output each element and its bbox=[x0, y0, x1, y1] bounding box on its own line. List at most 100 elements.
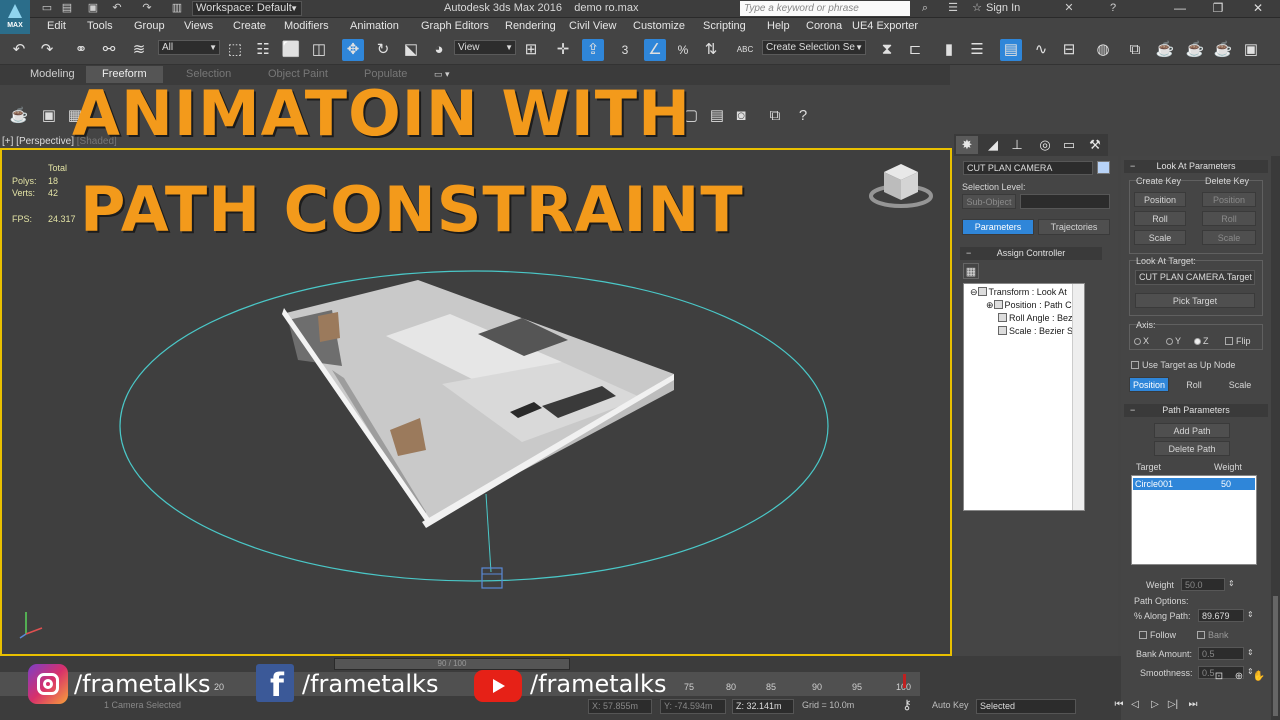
camera-icon[interactable]: ◙ bbox=[730, 105, 752, 127]
create-scale-key-button[interactable]: Scale bbox=[1134, 230, 1186, 245]
display-tab-icon[interactable]: ▭ bbox=[1058, 136, 1080, 154]
render-online-icon[interactable]: ▣ bbox=[1240, 39, 1262, 61]
menu-graph-editors[interactable]: Graph Editors bbox=[421, 20, 489, 33]
menu-ue4-exporter[interactable]: UE4 Exporter bbox=[852, 20, 918, 33]
layer-explorer-icon[interactable]: ☰ bbox=[966, 39, 988, 61]
curve-editor-icon[interactable]: ∿ bbox=[1030, 39, 1052, 61]
bank-amount-spinner[interactable]: 0.5 bbox=[1198, 647, 1244, 660]
next-frame-icon[interactable]: ▷| bbox=[1166, 698, 1180, 712]
render-icon[interactable]: ☕ bbox=[1184, 39, 1206, 61]
axis-x-radio[interactable]: X bbox=[1134, 336, 1149, 347]
help-icon[interactable]: ? bbox=[1106, 2, 1120, 15]
hierarchy-tab-icon[interactable]: ⊥ bbox=[1006, 136, 1028, 154]
sub-object-button[interactable]: Sub-Object bbox=[962, 194, 1016, 209]
select-object-icon[interactable]: ⬚ bbox=[224, 39, 246, 61]
object-name-field[interactable]: CUT PLAN CAMERA bbox=[963, 161, 1093, 175]
select-and-rotate-icon[interactable]: ↻ bbox=[372, 39, 394, 61]
utilities-tab-icon[interactable]: ⚒ bbox=[1084, 136, 1106, 154]
select-and-move-icon[interactable]: ✥ bbox=[342, 39, 364, 61]
menu-civil-view[interactable]: Civil View bbox=[569, 20, 616, 33]
select-and-place-icon[interactable]: ◕ bbox=[428, 39, 450, 61]
subscription-icon[interactable]: ☰ bbox=[946, 2, 960, 15]
menu-corona[interactable]: Corona bbox=[806, 20, 842, 33]
select-by-name-icon[interactable]: ☷ bbox=[252, 39, 274, 61]
axis-y-radio[interactable]: Y bbox=[1166, 336, 1181, 347]
assign-controller-rollout[interactable]: − Assign Controller bbox=[960, 247, 1102, 260]
tab-trajectories[interactable]: Trajectories bbox=[1038, 219, 1110, 235]
create-roll-key-button[interactable]: Roll bbox=[1134, 211, 1186, 226]
tab-parameters[interactable]: Parameters bbox=[962, 219, 1034, 235]
position-mode-button[interactable]: Position bbox=[1129, 377, 1169, 392]
z-coordinate-field[interactable]: Z: 32.141m bbox=[732, 699, 794, 714]
key-icon[interactable]: ⚷ bbox=[900, 698, 914, 712]
viewport-view-label[interactable]: [+] [Perspective] bbox=[2, 136, 74, 147]
named-selection-set-dropdown[interactable]: Create Selection Se ▼ bbox=[762, 40, 866, 55]
youtube-link[interactable]: /frametalks bbox=[474, 662, 674, 706]
menu-scripting[interactable]: Scripting bbox=[703, 20, 746, 33]
search-input[interactable]: Type a keyword or phrase bbox=[740, 1, 910, 16]
look-at-target-field[interactable]: CUT PLAN CAMERA.Target bbox=[1135, 270, 1255, 285]
menu-tools[interactable]: Tools bbox=[87, 20, 113, 33]
menu-animation[interactable]: Animation bbox=[350, 20, 399, 33]
close-icon[interactable]: ✕ bbox=[1238, 0, 1278, 18]
roll-mode-button[interactable]: Roll bbox=[1172, 377, 1216, 392]
sub-object-dropdown[interactable] bbox=[1020, 194, 1110, 209]
key-filter-dropdown[interactable]: Selected bbox=[976, 699, 1076, 714]
tree-item-position[interactable]: ⊕ Position : Path Co bbox=[986, 299, 1077, 311]
spinner-snap-icon[interactable]: ⇅ bbox=[700, 39, 722, 61]
restore-icon[interactable]: ❐ bbox=[1198, 0, 1238, 18]
play-icon[interactable]: ▷ bbox=[1148, 698, 1162, 712]
search-icon[interactable]: ⌕ bbox=[918, 2, 932, 15]
pan-icon[interactable]: ✋ bbox=[1252, 670, 1266, 684]
tab-modeling[interactable]: Modeling bbox=[30, 68, 75, 81]
apartment-model[interactable] bbox=[282, 280, 674, 528]
bind-space-warp-icon[interactable]: ≋ bbox=[128, 39, 150, 61]
delete-scale-key-button[interactable]: Scale bbox=[1202, 230, 1256, 245]
follow-checkbox[interactable]: Follow bbox=[1139, 630, 1176, 641]
scene-explorer-icon[interactable]: ▮ bbox=[938, 39, 960, 61]
exchange-icon[interactable]: ✕ bbox=[1062, 2, 1076, 15]
spinner-arrows-icon[interactable]: ⇕ bbox=[1247, 609, 1254, 620]
menu-group[interactable]: Group bbox=[134, 20, 165, 33]
snaps-toggle-icon[interactable]: 3 bbox=[614, 39, 636, 61]
previous-frame-icon[interactable]: ◁ bbox=[1128, 698, 1142, 712]
viewcube-icon[interactable] bbox=[868, 156, 934, 212]
weight-spinner[interactable]: 50.0 bbox=[1181, 578, 1225, 591]
project-folder-icon[interactable]: ▥ bbox=[170, 2, 184, 15]
menu-edit[interactable]: Edit bbox=[47, 20, 66, 33]
save-icon[interactable]: ▣ bbox=[86, 2, 100, 15]
render-production-icon[interactable]: ☕ bbox=[1212, 39, 1234, 61]
camera-object[interactable] bbox=[481, 567, 503, 589]
go-to-start-icon[interactable]: ⏮ bbox=[1112, 698, 1126, 712]
rectangular-selection-icon[interactable]: ⬜ bbox=[280, 39, 302, 61]
current-frame-marker[interactable] bbox=[903, 674, 906, 688]
selection-filter-dropdown[interactable]: All ▼ bbox=[158, 40, 220, 55]
undo-icon[interactable]: ↶ bbox=[110, 2, 124, 15]
create-position-key-button[interactable]: Position bbox=[1134, 192, 1186, 207]
tree-scrollbar[interactable] bbox=[1072, 284, 1084, 510]
copy-icon[interactable]: ⧉ bbox=[764, 105, 786, 127]
unlink-icon[interactable]: ⚯ bbox=[98, 39, 120, 61]
add-path-button[interactable]: Add Path bbox=[1154, 423, 1230, 438]
minimize-icon[interactable]: — bbox=[1160, 0, 1200, 18]
panel-scrollbar-thumb[interactable] bbox=[1273, 596, 1278, 716]
object-color-swatch[interactable] bbox=[1097, 161, 1110, 174]
workspace-dropdown[interactable]: Workspace: Default ▼ bbox=[192, 1, 302, 16]
select-and-manipulate-icon[interactable]: ✛ bbox=[552, 39, 574, 61]
window-crossing-icon[interactable]: ◫ bbox=[308, 39, 330, 61]
scale-mode-button[interactable]: Scale bbox=[1218, 377, 1262, 392]
spinner-arrows-icon[interactable]: ⇕ bbox=[1228, 578, 1235, 589]
tree-item-transform[interactable]: ⊖ Transform : Look At bbox=[970, 286, 1067, 298]
sign-in-button[interactable]: Sign In bbox=[986, 2, 1020, 15]
path-parameters-rollout[interactable]: − Path Parameters bbox=[1124, 404, 1268, 417]
undo-icon[interactable]: ↶ bbox=[8, 39, 30, 61]
delete-roll-key-button[interactable]: Roll bbox=[1202, 211, 1256, 226]
go-to-end-icon[interactable]: ⏭ bbox=[1186, 698, 1200, 712]
flip-checkbox[interactable]: Flip bbox=[1225, 336, 1251, 347]
edit-named-selection-icon[interactable]: ABC bbox=[734, 39, 756, 61]
percent-snap-icon[interactable]: % bbox=[672, 39, 694, 61]
render-frame-icon[interactable]: ☕ bbox=[1154, 39, 1176, 61]
time-config-icon[interactable]: ⊡ bbox=[1212, 670, 1226, 684]
star-icon[interactable]: ☆ bbox=[970, 2, 984, 15]
look-at-rollout[interactable]: − Look At Parameters bbox=[1124, 160, 1268, 173]
